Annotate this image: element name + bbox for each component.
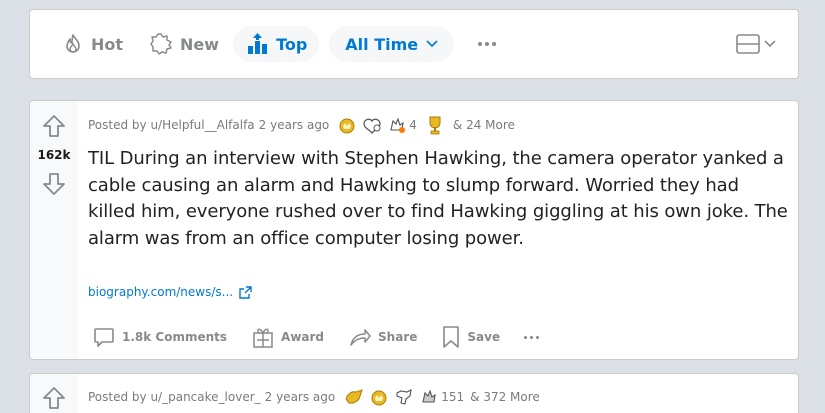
bar-chart-up-icon [248, 33, 268, 54]
external-link-icon [239, 285, 252, 299]
gift-icon [253, 328, 273, 348]
vote-column [30, 374, 78, 413]
comment-icon [94, 328, 114, 347]
post-actions: 1.8k Comments Award Share Save [88, 319, 543, 355]
sort-new-label: New [180, 34, 220, 54]
vote-score: 162k [37, 148, 71, 162]
comments-button[interactable]: 1.8k Comments [88, 319, 231, 355]
post-meta: Posted by u/_pancake_lover_ 2 years ago … [88, 387, 540, 407]
award-count: 4 [409, 118, 417, 132]
post-author[interactable]: Posted by u/Helpful__Alfalfa [88, 118, 255, 132]
dog-award-icon[interactable] [393, 387, 415, 407]
post-more-options-icon[interactable] [520, 330, 543, 345]
sort-top-button[interactable]: Top [233, 26, 320, 62]
post-link[interactable]: biography.com/news/s... [88, 285, 252, 299]
comments-label: 1.8k Comments [122, 330, 228, 344]
wholesome-award-icon[interactable] [361, 115, 383, 135]
silver-award-icon[interactable] [343, 387, 365, 407]
sort-bar: Hot New Top All Time [29, 9, 799, 79]
share-button[interactable]: Share [344, 319, 421, 355]
downvote-icon[interactable] [41, 171, 67, 197]
post-title[interactable]: TIL During an interview with Stephen Haw… [88, 146, 788, 252]
time-filter-label: All Time [345, 34, 419, 54]
post-age[interactable]: 2 years ago [265, 390, 336, 404]
flame-icon [66, 34, 80, 53]
upvote-icon[interactable] [41, 113, 67, 139]
vote-column: 162k [30, 101, 78, 359]
post-meta: Posted by u/Helpful__Alfalfa 2 years ago… [88, 114, 515, 136]
upvote-icon[interactable] [41, 385, 67, 411]
post-link-text[interactable]: biography.com/news/s... [88, 285, 233, 299]
share-label: Share [378, 330, 418, 344]
save-button[interactable]: Save [437, 319, 504, 355]
ellipsis-icon[interactable] [470, 34, 504, 54]
bookmark-icon [443, 326, 460, 348]
hand-award-icon[interactable] [419, 387, 439, 407]
sort-new-button[interactable]: New [137, 26, 231, 62]
more-awards[interactable]: & 372 More [470, 390, 540, 404]
award-count: 151 [441, 390, 465, 404]
more-awards[interactable]: & 24 More [453, 118, 515, 132]
post-card[interactable]: Posted by u/_pancake_lover_ 2 years ago … [29, 373, 799, 413]
save-label: Save [467, 330, 501, 344]
sort-hot-label: Hot [91, 34, 124, 54]
view-toggle-button[interactable] [736, 33, 776, 55]
chevron-down-icon [426, 40, 438, 48]
chevron-down-icon [764, 40, 776, 48]
gold-award-icon[interactable] [337, 115, 357, 135]
card-view-icon [736, 34, 760, 54]
sparkle-badge-icon [150, 33, 172, 55]
award-label: Award [281, 330, 325, 344]
sort-hot-button[interactable]: Hot [50, 26, 135, 62]
share-arrow-icon [350, 329, 371, 346]
trophy-award-icon[interactable] [425, 114, 445, 136]
award-button[interactable]: Award [247, 319, 328, 355]
post-author[interactable]: Posted by u/_pancake_lover_ [88, 390, 261, 404]
sort-top-label: Top [276, 34, 308, 54]
time-filter-dropdown[interactable]: All Time [329, 26, 455, 62]
helpful-award-icon[interactable] [387, 115, 407, 135]
post-card[interactable]: 162k Posted by u/Helpful__Alfalfa 2 year… [29, 100, 799, 360]
gold-award-icon[interactable] [369, 387, 389, 407]
post-age[interactable]: 2 years ago [259, 118, 330, 132]
